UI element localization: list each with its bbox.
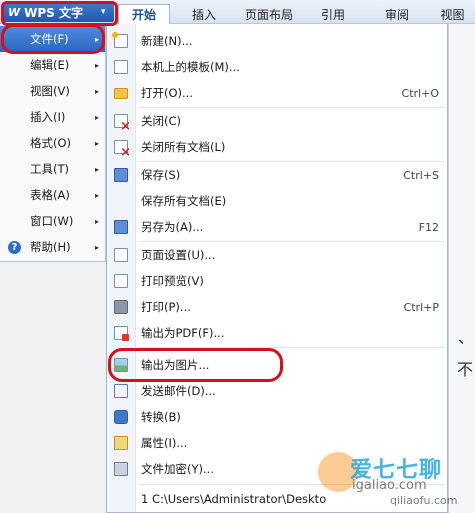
chevron-right-icon: ▸ (94, 34, 99, 44)
menu-item-close[interactable]: 关闭(C) (107, 108, 447, 134)
pdf-icon (114, 326, 129, 341)
menu-item-format[interactable]: 格式(O) ▸ (0, 130, 105, 156)
chevron-down-icon: ▾ (101, 7, 106, 17)
new-document-icon (112, 32, 128, 48)
menu-item-help[interactable]: ? 帮助(H) ▸ (0, 234, 105, 260)
menu-item-table[interactable]: 表格(A) ▸ (0, 182, 105, 208)
menu-item-print[interactable]: 打印(P)... Ctrl+P (107, 294, 447, 320)
tab-home[interactable]: 开始 (118, 4, 170, 24)
picture-icon (114, 358, 128, 372)
chevron-right-icon: ▸ (94, 216, 99, 226)
mail-icon (114, 384, 128, 398)
shortcut-label: F12 (418, 220, 439, 234)
menu-item-save-all[interactable]: 保存所有文档(E) (107, 188, 447, 214)
menu-item-save-as[interactable]: 另存为(A)... F12 (107, 214, 447, 240)
shortcut-label: Ctrl+P (403, 300, 439, 314)
document-edge: 、 不 (448, 24, 475, 513)
wps-app-menu-button[interactable]: W WPS 文字 ▾ (2, 2, 114, 22)
file-submenu: 新建(N)... 本机上的模板(M)... 打开(O)... Ctrl+O 关闭… (106, 24, 448, 513)
document-text: 、 (458, 328, 475, 347)
close-all-icon (114, 140, 131, 160)
menu-item-view[interactable]: 视图(V) ▸ (0, 78, 105, 104)
tab-review[interactable]: 审阅 (372, 4, 422, 24)
watermark-url: igaliao.com (352, 478, 427, 493)
lock-icon (114, 462, 128, 476)
menu-item-save[interactable]: 保存(S) Ctrl+S (107, 162, 447, 188)
chevron-right-icon: ▸ (94, 112, 99, 122)
tab-view[interactable]: 视图 (430, 4, 475, 24)
open-folder-icon (114, 88, 128, 99)
menu-item-new[interactable]: 新建(N)... (107, 28, 447, 54)
chevron-right-icon: ▸ (94, 190, 99, 200)
wps-app-menu-label: WPS 文字 (24, 5, 83, 20)
close-document-icon (114, 114, 131, 134)
document-text: 不 (457, 360, 474, 379)
convert-icon (114, 410, 128, 424)
tab-page-layout[interactable]: 页面布局 (236, 4, 302, 24)
wps-logo-icon: W (8, 5, 21, 19)
shortcut-label: Ctrl+O (401, 86, 439, 100)
help-icon: ? (8, 240, 21, 254)
menu-item-tools[interactable]: 工具(T) ▸ (0, 156, 105, 182)
save-as-icon (114, 220, 128, 234)
menu-item-print-preview[interactable]: 打印预览(V) (107, 268, 447, 294)
template-icon (114, 60, 128, 74)
tab-references[interactable]: 引用 (308, 4, 358, 24)
chevron-right-icon: ▸ (94, 164, 99, 174)
menu-item-convert[interactable]: 转换(B) (107, 404, 447, 430)
menu-item-insert[interactable]: 插入(I) ▸ (0, 104, 105, 130)
tab-insert[interactable]: 插入 (180, 4, 228, 24)
menu-item-page-setup[interactable]: 页面设置(U)... (107, 242, 447, 268)
chevron-right-icon: ▸ (94, 60, 99, 70)
properties-icon (114, 436, 128, 450)
menu-item-send-mail[interactable]: 发送邮件(D)... (107, 378, 447, 404)
shortcut-label: Ctrl+S (403, 168, 439, 182)
menu-item-close-all[interactable]: 关闭所有文档(L) (107, 134, 447, 160)
menu-item-export-pdf[interactable]: 输出为PDF(F)... (107, 320, 447, 346)
ribbon-bar: W WPS 文字 ▾ 开始 插入 页面布局 引用 审阅 视图 (0, 0, 475, 24)
chevron-right-icon: ▸ (94, 86, 99, 96)
menu-item-edit[interactable]: 编辑(E) ▸ (0, 52, 105, 78)
chevron-right-icon: ▸ (94, 138, 99, 148)
save-icon (114, 168, 128, 182)
menu-item-export-image[interactable]: 输出为图片... (107, 352, 447, 378)
menu-item-local-templates[interactable]: 本机上的模板(M)... (107, 54, 447, 80)
menu-separator (139, 347, 445, 348)
menu-item-file[interactable]: 文件(F) ▸ (0, 26, 105, 52)
chevron-right-icon: ▸ (94, 242, 99, 252)
document-background (0, 258, 108, 513)
main-menu: 文件(F) ▸ 编辑(E) ▸ 视图(V) ▸ 插入(I) ▸ 格式(O) ▸ … (0, 24, 106, 262)
watermark-url: qiliaofu.com (390, 494, 458, 507)
page-setup-icon (114, 248, 128, 262)
menu-item-open[interactable]: 打开(O)... Ctrl+O (107, 80, 447, 106)
menu-item-window[interactable]: 窗口(W) ▸ (0, 208, 105, 234)
printer-icon (114, 300, 128, 314)
print-preview-icon (114, 274, 128, 288)
